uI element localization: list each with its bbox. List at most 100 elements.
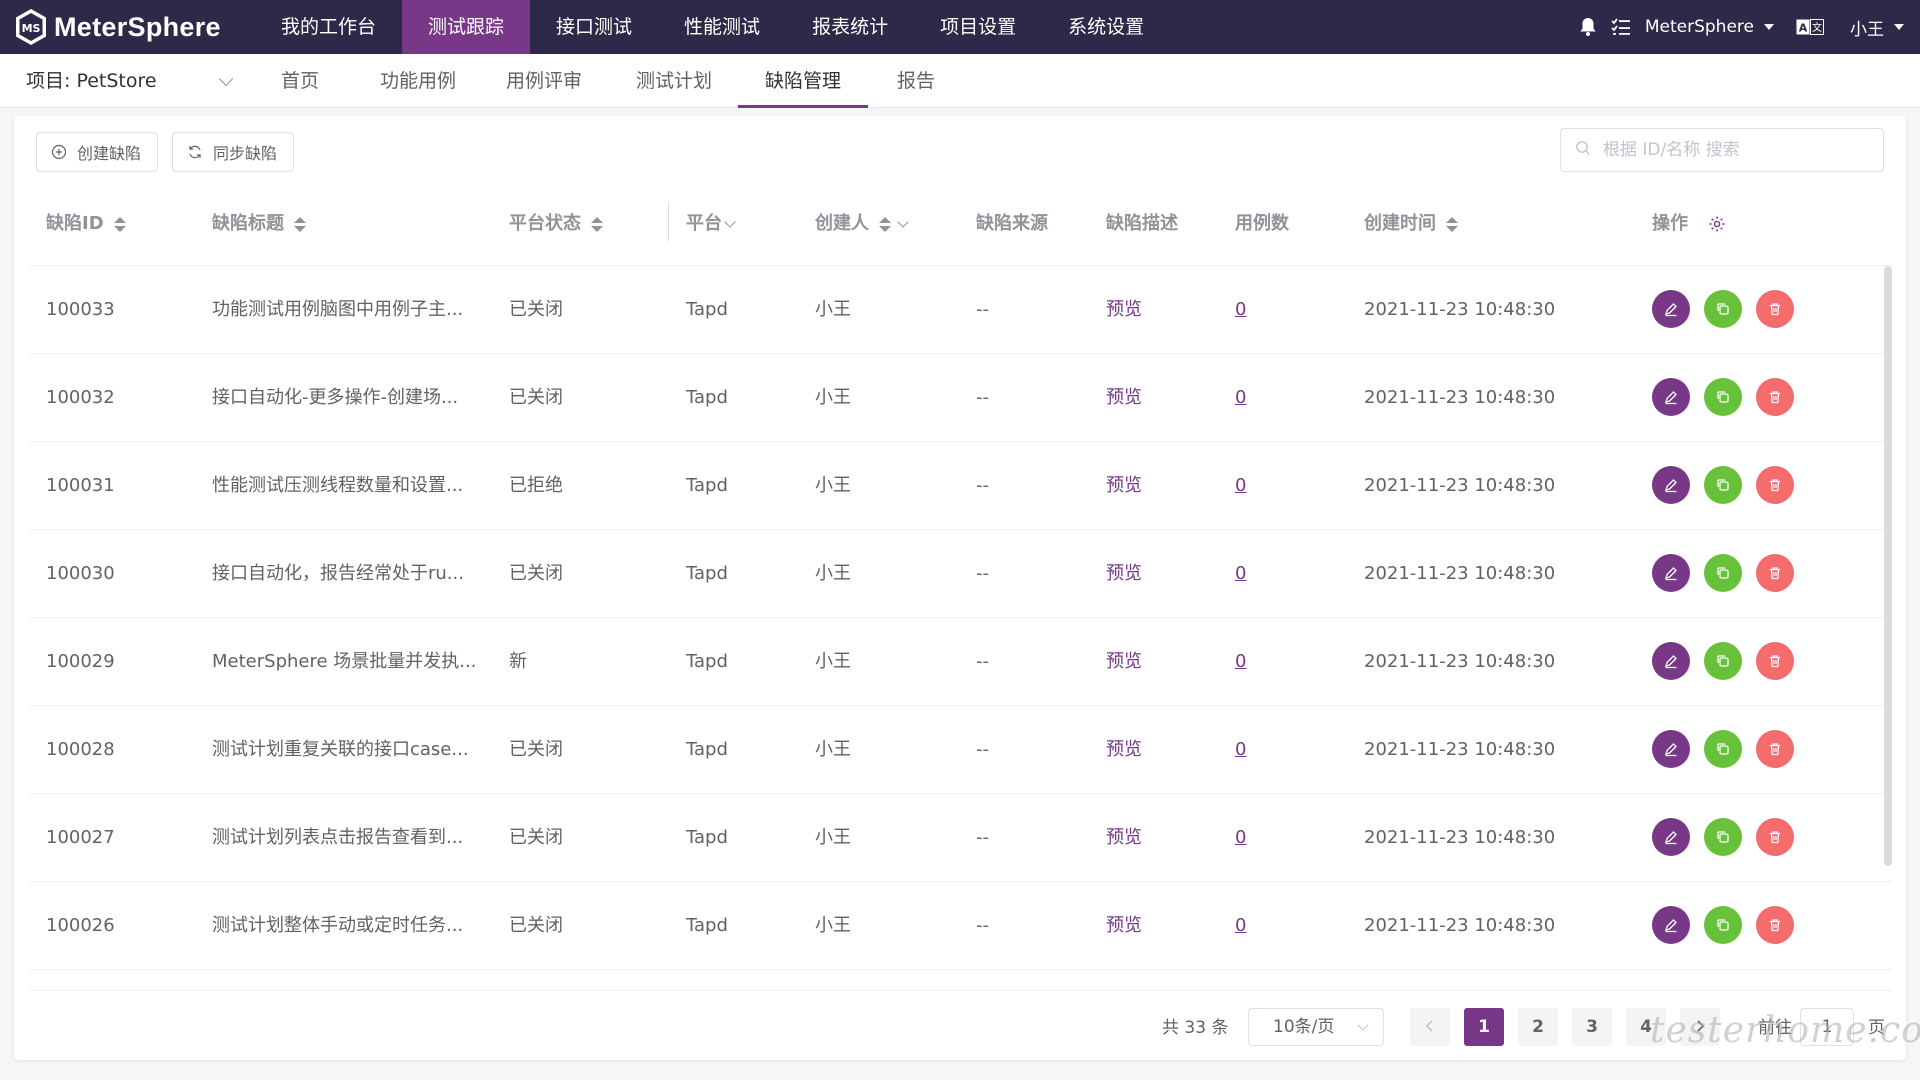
table-row[interactable]: 100033 功能测试用例脑图中用例子主... 已关闭 Tapd 小王 -- 预览 0 2021… <box>30 266 1892 354</box>
table-row[interactable]: 100026 测试计划整体手动或定时任务... 已关闭 Tapd 小王 -- 预览 0 2021… <box>30 882 1892 970</box>
copy-button[interactable] <box>1704 906 1742 944</box>
bell-icon[interactable] <box>1579 17 1597 37</box>
delete-button[interactable] <box>1756 466 1794 504</box>
cell-cases[interactable]: 0 <box>1235 442 1315 530</box>
sub-tab[interactable]: 测试计划 <box>626 54 722 108</box>
cell-id: 100026 <box>46 915 115 936</box>
top-right-toolbar: MeterSphere A文 小王 <box>1579 0 1920 54</box>
copy-button[interactable] <box>1704 554 1742 592</box>
top-nav-item[interactable]: 报表统计 <box>786 0 914 54</box>
cell-created: 2021-11-23 10:48:30 <box>1364 827 1556 848</box>
delete-button[interactable] <box>1756 906 1794 944</box>
top-nav-item[interactable]: 我的工作台 <box>255 0 402 54</box>
sort-icon[interactable] <box>879 216 891 232</box>
sort-icon[interactable] <box>1446 216 1458 232</box>
cell-cases[interactable]: 0 <box>1235 618 1315 706</box>
cell-cases[interactable]: 0 <box>1235 354 1315 442</box>
cell-desc[interactable]: 预览 <box>1106 266 1226 354</box>
table-row[interactable]: 100031 性能测试压测线程数量和设置... 已拒绝 Tapd 小王 -- 预览 0 2021… <box>30 442 1892 530</box>
edit-button[interactable] <box>1652 554 1690 592</box>
cell-platform: Tapd <box>686 915 728 936</box>
top-nav-item[interactable]: 测试跟踪 <box>402 0 531 54</box>
table-row[interactable]: 100032 接口自动化-更多操作-创建场... 已关闭 Tapd 小王 -- 预览 0 202… <box>30 354 1892 442</box>
delete-button[interactable] <box>1756 642 1794 680</box>
top-nav-item[interactable]: 项目设置 <box>914 0 1042 54</box>
cell-cases[interactable]: 0 <box>1235 706 1315 794</box>
col-header-id[interactable]: 缺陷ID <box>46 191 126 257</box>
project-selector[interactable]: 项目: PetStore <box>26 54 234 108</box>
copy-icon <box>1717 655 1729 667</box>
page-number-button[interactable]: 3 <box>1572 1008 1612 1046</box>
create-issue-button[interactable]: 创建缺陷 <box>36 132 158 172</box>
edit-button[interactable] <box>1652 730 1690 768</box>
vertical-scrollbar[interactable] <box>1884 266 1892 866</box>
settings-gear-icon[interactable] <box>1708 215 1726 233</box>
col-header-platform[interactable]: 平台 <box>686 191 736 257</box>
sort-icon[interactable] <box>113 216 126 232</box>
cell-desc[interactable]: 预览 <box>1106 442 1226 530</box>
cell-cases[interactable]: 0 <box>1235 794 1315 882</box>
cell-cases[interactable]: 0 <box>1235 266 1315 354</box>
language-icon[interactable]: A文 <box>1796 19 1824 35</box>
cell-desc[interactable]: 预览 <box>1106 706 1226 794</box>
cell-desc[interactable]: 预览 <box>1106 618 1226 706</box>
prev-page-button[interactable] <box>1410 1008 1450 1046</box>
sub-tab[interactable]: 报告 <box>880 54 952 108</box>
user-menu[interactable]: 小王 <box>1850 15 1904 40</box>
table-row[interactable]: 100030 接口自动化，报告经常处于ru... 已关闭 Tapd 小王 -- 预览 0 202… <box>30 530 1892 618</box>
create-issue-label: 创建缺陷 <box>77 144 142 163</box>
sub-tab[interactable]: 首页 <box>262 54 338 108</box>
cell-desc[interactable]: 预览 <box>1106 882 1226 970</box>
top-nav-item[interactable]: 系统设置 <box>1042 0 1170 54</box>
edit-button[interactable] <box>1652 818 1690 856</box>
cell-cases[interactable]: 0 <box>1235 882 1315 970</box>
delete-button[interactable] <box>1756 378 1794 416</box>
cell-desc[interactable]: 预览 <box>1106 794 1226 882</box>
sort-icon[interactable] <box>294 216 306 232</box>
filter-chevron-icon[interactable] <box>897 215 909 228</box>
table-row[interactable]: 100028 测试计划重复关联的接口case... 已关闭 Tapd 小王 -- 预览 0 20… <box>30 706 1892 794</box>
sub-tab[interactable]: 用例评审 <box>496 54 592 108</box>
copy-button[interactable] <box>1704 290 1742 328</box>
edit-button[interactable] <box>1652 906 1690 944</box>
cell-desc[interactable]: 预览 <box>1106 354 1226 442</box>
page-size-select[interactable]: 10条/页 <box>1248 1008 1384 1046</box>
cell-platform: Tapd <box>686 475 728 496</box>
column-resize-handle[interactable] <box>668 202 669 242</box>
col-header-created[interactable]: 创建时间 <box>1364 191 1458 257</box>
copy-button[interactable] <box>1704 818 1742 856</box>
col-header-title[interactable]: 缺陷标题 <box>212 191 306 257</box>
delete-button[interactable] <box>1756 554 1794 592</box>
app-logo[interactable]: MS MeterSphere <box>0 0 255 54</box>
search-input[interactable] <box>1601 139 1875 161</box>
cell-desc[interactable]: 预览 <box>1106 530 1226 618</box>
edit-button[interactable] <box>1652 290 1690 328</box>
task-list-icon[interactable] <box>1611 18 1631 36</box>
top-nav-item[interactable]: 性能测试 <box>658 0 786 54</box>
sync-issue-button[interactable]: 同步缺陷 <box>172 132 294 172</box>
copy-button[interactable] <box>1704 642 1742 680</box>
table-row[interactable]: 100027 测试计划列表点击报告查看到... 已关闭 Tapd 小王 -- 预览 0 2021… <box>30 794 1892 882</box>
top-nav-item[interactable]: 接口测试 <box>530 0 658 54</box>
page-number-button[interactable]: 2 <box>1518 1008 1558 1046</box>
delete-button[interactable] <box>1756 290 1794 328</box>
edit-button[interactable] <box>1652 378 1690 416</box>
edit-button[interactable] <box>1652 642 1690 680</box>
table-row[interactable]: 100029 MeterSphere 场景批量并发执... 新 Tapd 小王 -- 预览 0… <box>30 618 1892 706</box>
workspace-switcher[interactable]: MeterSphere <box>1645 17 1774 37</box>
cell-created: 2021-11-23 10:48:30 <box>1364 387 1556 408</box>
col-header-status[interactable]: 平台状态 <box>509 191 603 257</box>
copy-button[interactable] <box>1704 730 1742 768</box>
page-number-button[interactable]: 1 <box>1464 1008 1504 1046</box>
filter-chevron-icon[interactable] <box>724 215 736 228</box>
delete-button[interactable] <box>1756 730 1794 768</box>
copy-button[interactable] <box>1704 378 1742 416</box>
copy-button[interactable] <box>1704 466 1742 504</box>
edit-button[interactable] <box>1652 466 1690 504</box>
delete-button[interactable] <box>1756 818 1794 856</box>
sub-tab[interactable]: 缺陷管理 <box>738 54 868 108</box>
col-header-creator[interactable]: 创建人 <box>815 191 909 257</box>
sub-tab[interactable]: 功能用例 <box>370 54 466 108</box>
cell-cases[interactable]: 0 <box>1235 530 1315 618</box>
sort-icon[interactable] <box>591 216 603 232</box>
